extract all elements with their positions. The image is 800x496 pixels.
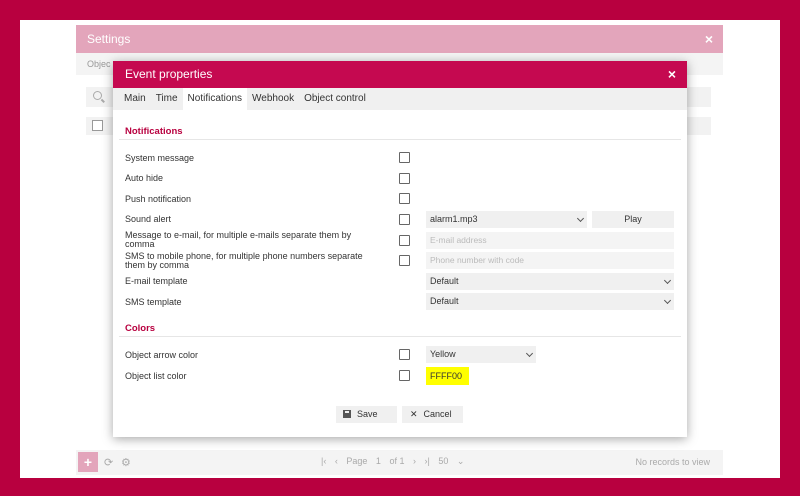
sms-label-line-2: them by comma <box>125 260 190 270</box>
tab-main[interactable]: Main <box>119 88 151 110</box>
chevron-down-icon <box>663 296 672 305</box>
tab-notifications[interactable]: Notifications <box>182 88 248 110</box>
object-arrow-color-label: Object arrow color <box>125 350 199 360</box>
play-button[interactable]: Play <box>592 211 674 228</box>
section-divider <box>119 336 681 337</box>
email-input[interactable]: E-mail address <box>426 232 674 249</box>
system-message-checkbox[interactable] <box>399 152 410 163</box>
add-button[interactable]: + <box>78 452 98 472</box>
push-notification-label: Push notification <box>125 194 192 204</box>
last-page-icon[interactable]: ›| <box>425 456 430 466</box>
sound-alert-checkbox[interactable] <box>399 214 410 225</box>
select-all-checkbox[interactable] <box>92 120 103 131</box>
pager: |‹ ‹ Page 1 of 1 › ›| 50 ⌄ <box>321 456 470 467</box>
object-list-color-checkbox[interactable] <box>399 370 410 381</box>
first-page-icon[interactable]: |‹ <box>321 456 326 466</box>
object-arrow-color-select[interactable]: Yellow <box>426 346 536 363</box>
per-page-select[interactable]: 50 <box>438 456 448 466</box>
email-label-line-2: comma <box>125 239 155 249</box>
settings-footer: + ⟳ ⚙ |‹ ‹ Page 1 of 1 › ›| 50 ⌄ No reco… <box>76 450 723 475</box>
chevron-down-icon <box>663 276 672 285</box>
section-divider <box>119 139 681 140</box>
settings-icon[interactable]: ⚙ <box>121 456 131 469</box>
page-input[interactable]: 1 <box>376 456 381 466</box>
close-icon: ✕ <box>410 409 418 419</box>
email-checkbox[interactable] <box>399 235 410 246</box>
save-icon <box>343 410 351 418</box>
email-label-line-1: Message to e-mail, for multiple e-mails … <box>125 230 352 240</box>
chevron-down-icon <box>576 214 585 223</box>
chevron-down-icon[interactable]: ⌄ <box>457 456 465 466</box>
no-records-text: No records to view <box>635 457 710 467</box>
chevron-down-icon <box>525 349 534 358</box>
object-arrow-color-checkbox[interactable] <box>399 349 410 360</box>
refresh-icon[interactable]: ⟳ <box>104 456 113 469</box>
settings-close-icon[interactable]: × <box>705 25 713 53</box>
push-notification-checkbox[interactable] <box>399 193 410 204</box>
sms-input[interactable]: Phone number with code <box>426 252 674 269</box>
object-list-color-input[interactable]: FFFF00 <box>426 367 469 385</box>
dialog-title: Event properties <box>125 67 213 81</box>
sound-file-value: alarm1.mp3 <box>430 214 478 224</box>
object-list-color-label: Object list color <box>125 371 187 381</box>
tab-object-control[interactable]: Object control <box>299 88 371 110</box>
prev-page-icon[interactable]: ‹ <box>335 456 338 466</box>
auto-hide-label: Auto hide <box>125 173 164 183</box>
search-icon <box>93 91 102 100</box>
sound-file-select[interactable]: alarm1.mp3 <box>426 211 587 228</box>
email-template-value: Default <box>430 276 459 286</box>
sound-alert-label: Sound alert <box>125 214 172 224</box>
auto-hide-checkbox[interactable] <box>399 173 410 184</box>
object-arrow-color-value: Yellow <box>430 349 456 359</box>
sms-template-select[interactable]: Default <box>426 293 674 310</box>
colors-section-title: Colors <box>125 323 156 334</box>
dialog-tabs: Main Time Notifications Webhook Object c… <box>113 88 687 110</box>
cancel-button[interactable]: ✕ Cancel <box>402 406 463 423</box>
settings-title-bar: Settings × <box>76 25 723 53</box>
save-button[interactable]: Save <box>336 406 397 423</box>
email-template-label: E-mail template <box>125 276 188 286</box>
settings-title: Settings <box>87 32 131 46</box>
event-properties-dialog: Event properties × Main Time Notificatio… <box>113 61 687 437</box>
page-of: of 1 <box>389 456 405 466</box>
next-page-icon[interactable]: › <box>413 456 416 466</box>
email-template-select[interactable]: Default <box>426 273 674 290</box>
save-label: Save <box>357 409 378 419</box>
dialog-title-bar: Event properties × <box>113 61 687 88</box>
sms-template-value: Default <box>430 296 459 306</box>
sms-template-label: SMS template <box>125 297 182 307</box>
system-message-label: System message <box>125 153 195 163</box>
tab-webhook[interactable]: Webhook <box>247 88 299 110</box>
cancel-label: Cancel <box>423 409 452 419</box>
settings-tab-objects[interactable]: Objec <box>87 59 111 69</box>
dialog-close-icon[interactable]: × <box>668 61 676 88</box>
sms-checkbox[interactable] <box>399 255 410 266</box>
page-label: Page <box>346 456 368 466</box>
tab-time[interactable]: Time <box>151 88 183 110</box>
notifications-section-title: Notifications <box>125 126 183 137</box>
